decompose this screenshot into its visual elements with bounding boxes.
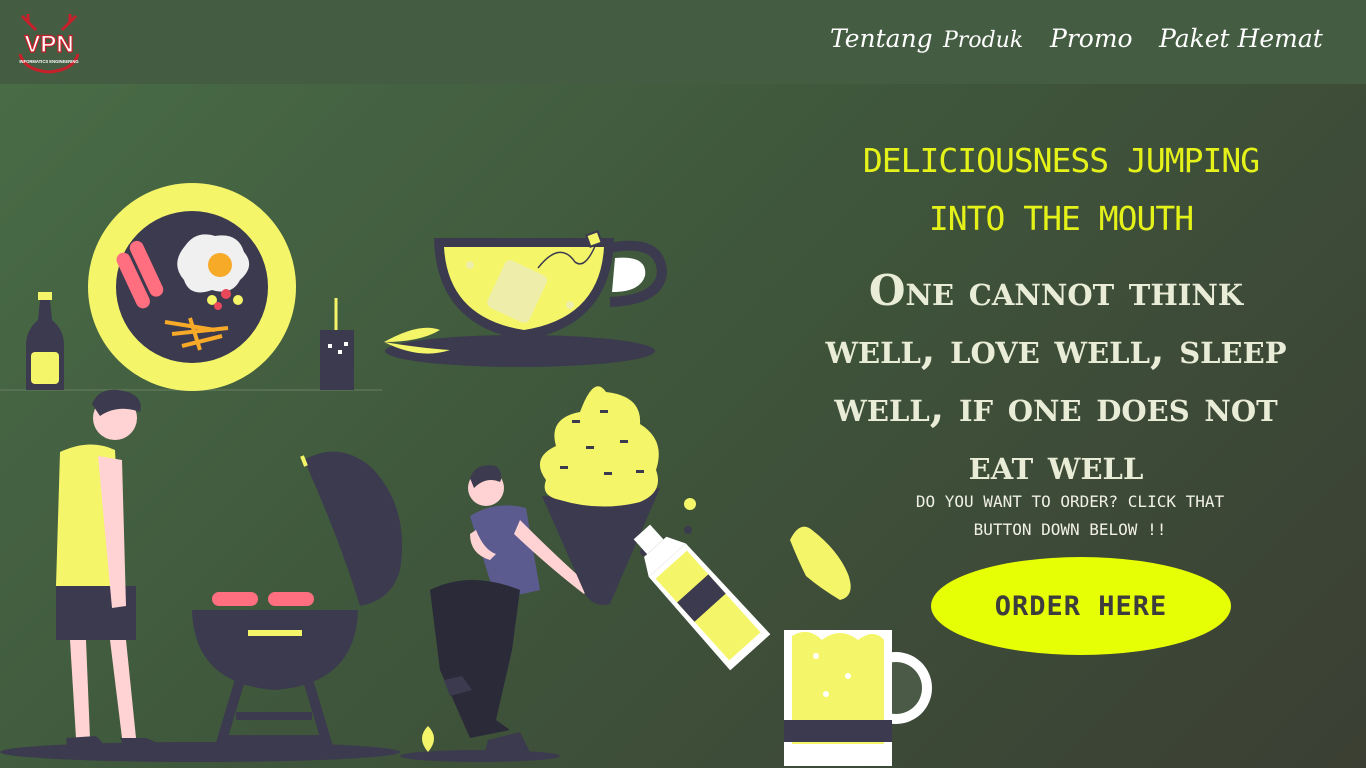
- nav-link-promo[interactable]: Promo: [1050, 24, 1133, 53]
- beer-mug-icon: [784, 526, 932, 766]
- order-prompt-text: DO YOU WANT TO ORDER? CLICK THAT BUTTON …: [915, 492, 1225, 539]
- nav-link-paket-hemat[interactable]: Paket Hemat: [1159, 24, 1323, 53]
- nav-link-tentang[interactable]: Tentang: [830, 24, 933, 53]
- beer-bottle-icon: [633, 524, 771, 671]
- hero-headline: DELICIOUSNESS JUMPING INTO THE MOUTH: [862, 141, 1260, 238]
- teacup-icon: [384, 230, 668, 367]
- vpn-logo[interactable]: VPN INFORMATICS ENGINEERING: [14, 10, 84, 76]
- order-here-button[interactable]: ORDER HERE: [931, 557, 1231, 655]
- standing-man-illustration: [56, 389, 170, 754]
- hero-quote: One cannot think well, love well, sleep …: [825, 266, 1287, 489]
- sauce-bottle-icon: [26, 292, 64, 390]
- food-plate-icon: [88, 183, 296, 391]
- landing-page: VPN INFORMATICS ENGINEERING Tentang Prod…: [0, 0, 1366, 768]
- top-navbar: VPN INFORMATICS ENGINEERING Tentang Prod…: [0, 0, 1366, 84]
- soda-glass-icon: [320, 298, 354, 390]
- nav-link-produk[interactable]: Produk: [943, 28, 1023, 53]
- logo-subtext: INFORMATICS ENGINEERING: [19, 59, 78, 64]
- logo-text: VPN: [24, 31, 73, 58]
